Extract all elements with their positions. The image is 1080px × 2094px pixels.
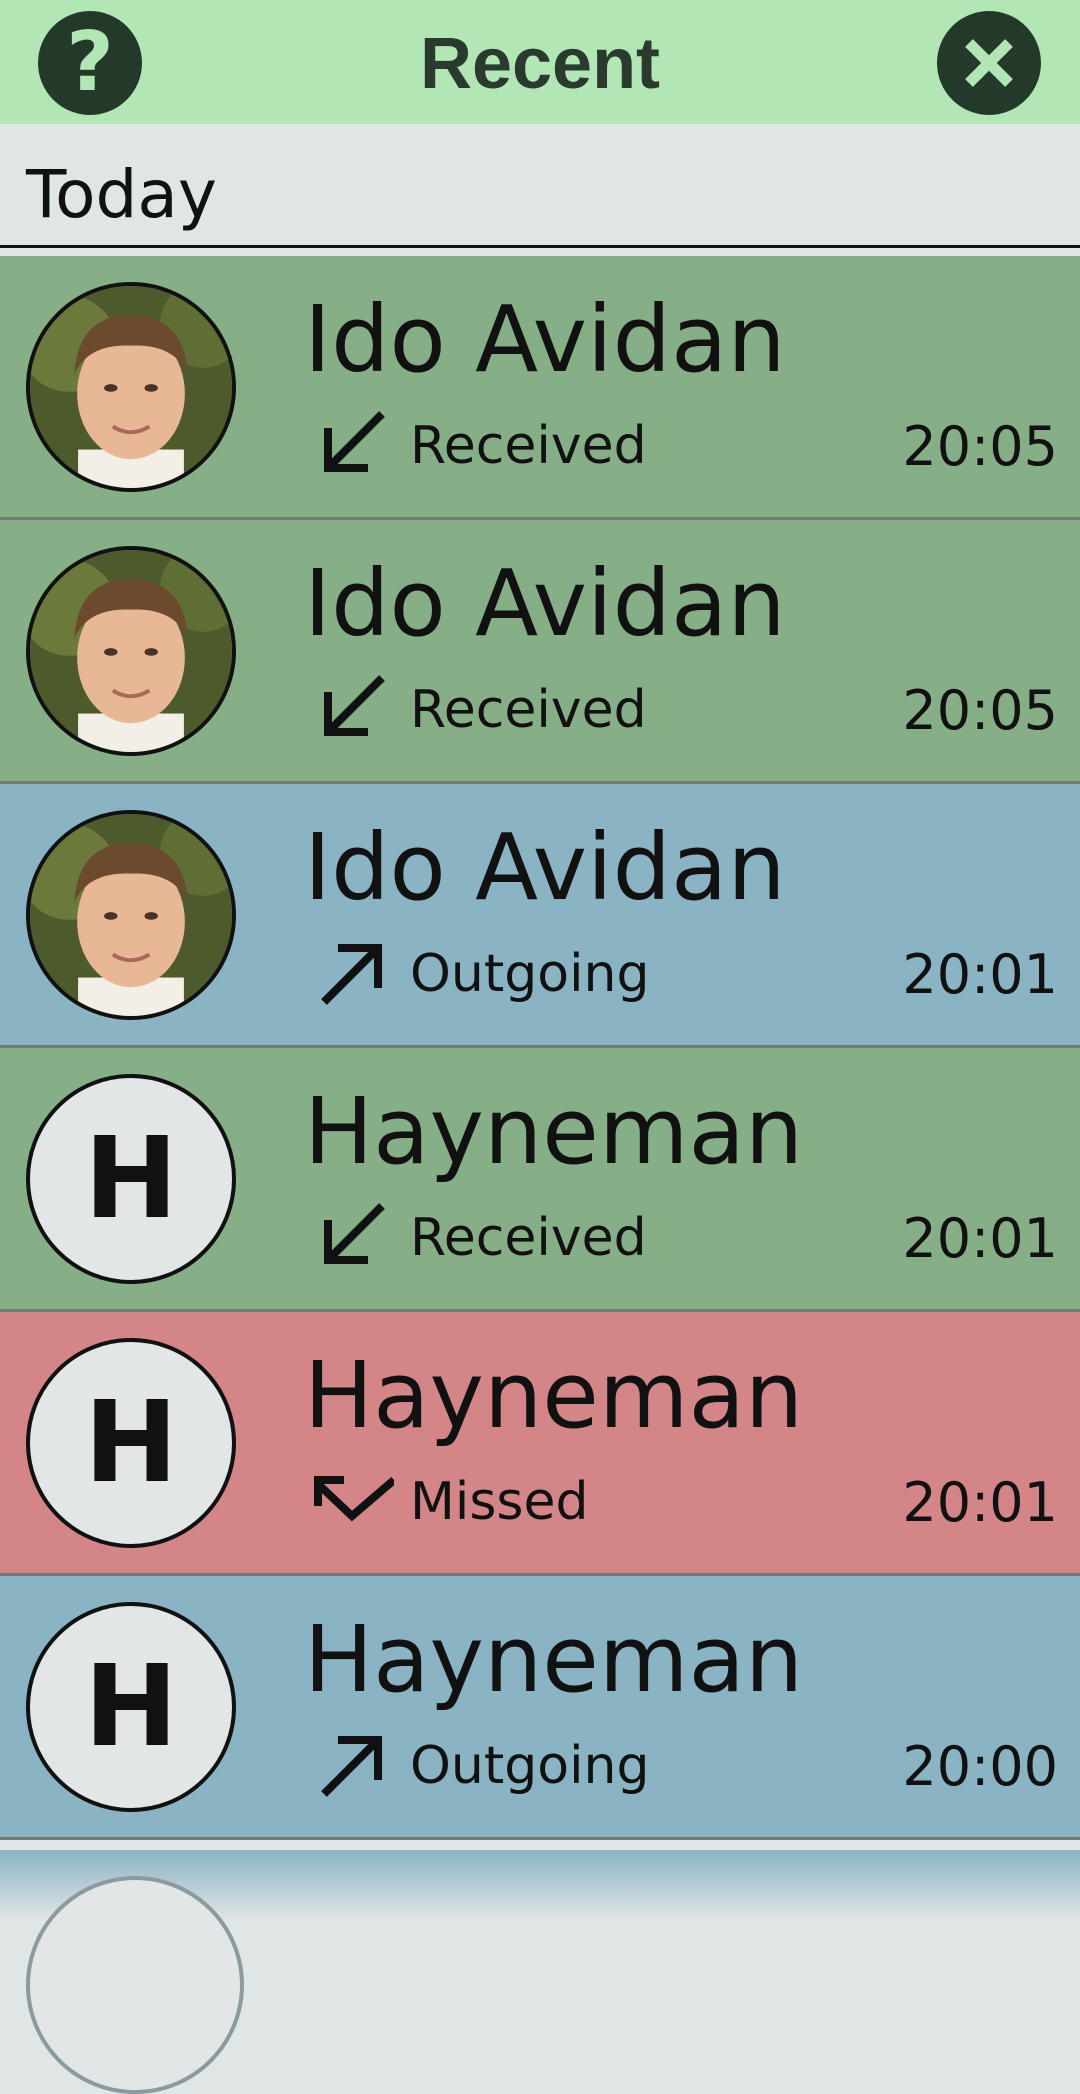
call-row[interactable]: H Hayneman Outgoing 20:00 xyxy=(0,1576,1080,1840)
contact-name: Hayneman xyxy=(304,1342,804,1449)
contact-initial-avatar: H xyxy=(26,1074,236,1284)
avatar-initial: H xyxy=(84,1378,178,1508)
contact-photo xyxy=(30,814,232,1016)
call-row[interactable]: H Hayneman Missed 20:01 xyxy=(0,1312,1080,1576)
call-log-list[interactable]: Ido Avidan Received 20:05 Ido Avidan Rec… xyxy=(0,256,1080,1920)
contact-name: Hayneman xyxy=(304,1606,804,1713)
contact-photo xyxy=(30,286,232,488)
contact-name: Ido Avidan xyxy=(304,814,786,921)
call-time: 20:05 xyxy=(902,415,1058,478)
call-type-label: Received xyxy=(410,1208,647,1268)
call-type-label: Received xyxy=(410,680,647,740)
section-label: Today xyxy=(26,156,217,233)
call-row[interactable]: Ido Avidan Outgoing 20:01 xyxy=(0,784,1080,1048)
call-time: 20:00 xyxy=(902,1735,1058,1798)
close-icon xyxy=(965,39,1013,87)
date-section-header: Today xyxy=(0,124,1080,248)
contact-name: Hayneman xyxy=(304,1078,804,1185)
call-type-label: Received xyxy=(410,416,647,476)
contact-name: Ido Avidan xyxy=(304,550,786,657)
list-fade-overlay xyxy=(0,1850,1080,2094)
avatar-initial: H xyxy=(84,1114,178,1244)
top-bar: ? Recent xyxy=(0,0,1080,124)
contact-photo-avatar xyxy=(26,546,236,756)
outgoing-arrow-icon xyxy=(321,944,382,1005)
call-type-label: Missed xyxy=(410,1472,589,1532)
contact-initial-avatar: H xyxy=(26,1602,236,1812)
call-time: 20:05 xyxy=(902,679,1058,742)
avatar-initial: H xyxy=(84,1642,178,1772)
received-arrow-icon xyxy=(324,675,385,736)
call-row[interactable]: Ido Avidan Received 20:05 xyxy=(0,256,1080,520)
page-title: Recent xyxy=(419,24,661,104)
call-type-label: Outgoing xyxy=(410,944,650,1004)
received-arrow-icon xyxy=(324,1203,385,1264)
received-arrow-icon xyxy=(324,411,385,472)
call-row[interactable]: Ido Avidan Received 20:05 xyxy=(0,520,1080,784)
partial-avatar xyxy=(26,1876,244,2094)
outgoing-arrow-icon xyxy=(321,1736,382,1797)
call-time: 20:01 xyxy=(902,1471,1058,1534)
contact-initial-avatar: H xyxy=(26,1338,236,1548)
contact-photo-avatar xyxy=(26,810,236,1020)
close-button[interactable] xyxy=(937,11,1041,115)
contact-photo-avatar xyxy=(26,282,236,492)
call-time: 20:01 xyxy=(902,943,1058,1006)
contact-photo xyxy=(30,550,232,752)
contact-name: Ido Avidan xyxy=(304,286,786,393)
call-type-label: Outgoing xyxy=(410,1736,650,1796)
call-row[interactable]: H Hayneman Received 20:01 xyxy=(0,1048,1080,1312)
call-time: 20:01 xyxy=(902,1207,1058,1270)
missed-arrow-icon xyxy=(314,1476,394,1522)
